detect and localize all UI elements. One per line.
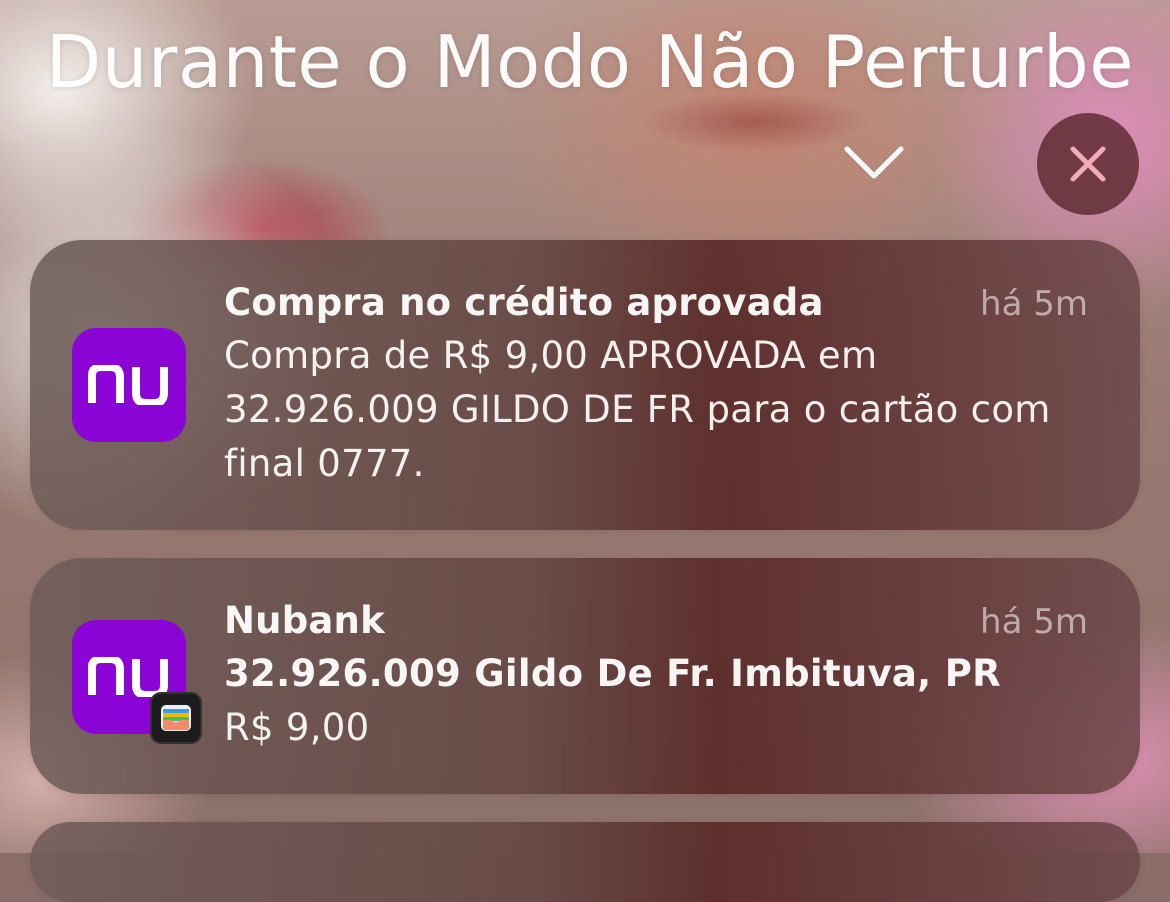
wallet-icon	[150, 692, 202, 744]
notification-header: Nubank há 5m	[224, 596, 1088, 647]
notification-body: R$ 9,00	[224, 706, 370, 749]
chevron-down-icon	[844, 146, 904, 179]
notification-card[interactable]: Nubank há 5m 32.926.009 Gildo De Fr. Imb…	[30, 558, 1140, 794]
close-icon	[1070, 146, 1106, 182]
nu-logo-icon	[88, 657, 168, 697]
clear-notifications-button[interactable]	[1037, 113, 1139, 215]
notification-body: Compra de R$ 9,00 APROVADA em 32.926.009…	[224, 334, 1051, 485]
collapse-group-button[interactable]	[838, 136, 910, 190]
notification-time: há 5m	[980, 284, 1088, 324]
notification-subtitle: 32.926.009 Gildo De Fr. Imbituva, PR	[224, 652, 1001, 695]
nubank-app-icon	[72, 328, 186, 442]
notification-header: Compra no crédito aprovada há 5m	[224, 278, 1088, 329]
notification-time: há 5m	[980, 602, 1088, 642]
nu-logo-icon	[88, 365, 168, 405]
notification-content: Compra no crédito aprovada há 5m Compra …	[224, 278, 1088, 491]
notification-title: Compra no crédito aprovada	[224, 281, 824, 324]
notification-title: Nubank	[224, 599, 385, 642]
notification-card[interactable]: Compra no crédito aprovada há 5m Compra …	[30, 240, 1140, 530]
notification-card[interactable]	[30, 822, 1140, 902]
notification-group-title: Durante o Modo Não Perturbe	[45, 20, 1134, 104]
notification-content: Nubank há 5m 32.926.009 Gildo De Fr. Imb…	[224, 596, 1088, 755]
